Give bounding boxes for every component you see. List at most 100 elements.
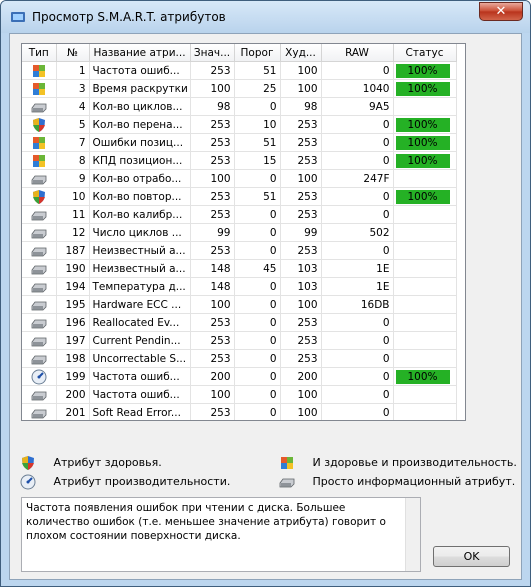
col-header-status[interactable]: Статус (393, 44, 457, 62)
table-row[interactable]: 195 Hardware ECC ... 100 0 100 16DB (22, 295, 457, 314)
window-title: Просмотр S.M.A.R.T. атрибутов (32, 10, 226, 24)
cell-name: Кол-во отрабо... (89, 169, 191, 188)
cell-name: Uncorrectable S... (89, 349, 191, 368)
health-performance-icon (31, 63, 47, 79)
cell-worst: 253 (280, 241, 322, 260)
cell-value: 200 (190, 367, 235, 386)
ok-button[interactable]: OK (433, 546, 510, 567)
table-row[interactable]: 194 Температура д... 148 0 103 1E (22, 277, 457, 296)
cell-type (22, 385, 57, 404)
attributes-table[interactable]: Тип № Название атри... Знач... Порог Худ… (21, 43, 466, 421)
col-header-threshold[interactable]: Порог (234, 44, 281, 62)
cell-raw: 0 (321, 313, 394, 332)
cell-status (393, 295, 457, 314)
table-row[interactable]: 1 Частота ошиб... 253 51 100 0 100% (22, 61, 457, 80)
table-row[interactable]: 187 Неизвестный а... 253 0 253 0 (22, 241, 457, 260)
description-box[interactable]: Частота появления ошибок при чтении с ди… (21, 497, 421, 572)
legend-perf-label: Атрибут производительности. (53, 475, 231, 488)
table-row[interactable]: 8 КПД позицион... 253 15 253 0 100% (22, 151, 457, 170)
cell-threshold: 0 (234, 241, 281, 260)
cell-worst: 99 (280, 223, 322, 242)
cell-type (22, 79, 57, 98)
cell-name: Hardware ECC ... (89, 295, 191, 314)
cell-value: 253 (190, 133, 235, 152)
cell-type (22, 241, 57, 260)
table-row[interactable]: 201 Soft Read Error... 253 0 100 0 (22, 403, 457, 420)
col-header-worst[interactable]: Худ... (280, 44, 322, 62)
cell-threshold: 0 (234, 205, 281, 224)
cell-status (393, 241, 457, 260)
cell-type (22, 295, 57, 314)
cell-value: 100 (190, 385, 235, 404)
cell-status (393, 385, 457, 404)
cell-threshold: 0 (234, 385, 281, 404)
table-row[interactable]: 3 Время раскрутки 100 25 100 1040 100% (22, 79, 457, 98)
cell-raw: 0 (321, 349, 394, 368)
table-row[interactable]: 7 Ошибки позиц... 253 51 253 0 100% (22, 133, 457, 152)
table-row[interactable]: 200 Частота ошиб... 100 0 100 0 (22, 385, 457, 404)
col-header-value[interactable]: Знач... (190, 44, 235, 62)
cell-type (22, 61, 57, 80)
col-header-name[interactable]: Название атри... (89, 44, 191, 62)
table-row[interactable]: 5 Кол-во перена... 253 10 253 0 100% (22, 115, 457, 134)
table-row[interactable]: 199 Частота ошиб... 200 0 200 0 100% (22, 367, 457, 386)
table-row[interactable]: 10 Кол-во повтор... 253 51 253 0 100% (22, 187, 457, 206)
drive-icon (31, 261, 47, 277)
status-badge: 100% (394, 116, 451, 133)
drive-icon (31, 315, 47, 331)
cell-threshold: 51 (234, 187, 281, 206)
cell-num: 5 (56, 115, 90, 134)
table-row[interactable]: 12 Число циклов ... 99 0 99 502 (22, 223, 457, 242)
table-row[interactable]: 9 Кол-во отрабо... 100 0 100 247F (22, 169, 457, 188)
table-row[interactable]: 4 Кол-во циклов... 98 0 98 9A5 (22, 97, 457, 116)
cell-name: Кол-во перена... (89, 115, 191, 134)
cell-raw: 0 (321, 403, 394, 420)
cell-num: 1 (56, 61, 90, 80)
table-row[interactable]: 197 Current Pendin... 253 0 253 0 (22, 331, 457, 350)
cell-status (393, 169, 457, 188)
cell-type (22, 205, 57, 224)
cell-value: 253 (190, 313, 235, 332)
cell-num: 201 (56, 403, 90, 420)
cell-raw: 0 (321, 205, 394, 224)
drive-icon (31, 225, 47, 241)
description-scrollbar[interactable] (405, 498, 420, 571)
col-header-type[interactable]: Тип (22, 44, 57, 62)
table-row[interactable]: 196 Reallocated Ev... 253 0 253 0 (22, 313, 457, 332)
legend-both-label: И здоровье и производительность. (312, 456, 517, 469)
close-icon: ✕ (495, 4, 507, 19)
cell-threshold: 25 (234, 79, 281, 98)
cell-raw: 16DB (321, 295, 394, 314)
cell-raw: 0 (321, 331, 394, 350)
health-performance-icon (31, 135, 47, 151)
cell-threshold: 0 (234, 331, 281, 350)
cell-value: 99 (190, 223, 235, 242)
cell-value: 253 (190, 241, 235, 260)
health-performance-icon (279, 455, 295, 471)
drive-icon (31, 207, 47, 223)
cell-type (22, 331, 57, 350)
cell-type (22, 313, 57, 332)
cell-threshold: 45 (234, 259, 281, 278)
cell-name: Число циклов ... (89, 223, 191, 242)
cell-num: 8 (56, 151, 90, 170)
cell-num: 196 (56, 313, 90, 332)
status-badge: 100% (394, 80, 451, 97)
cell-raw: 502 (321, 223, 394, 242)
close-button[interactable]: ✕ (479, 2, 523, 21)
cell-value: 100 (190, 295, 235, 314)
col-header-raw[interactable]: RAW (321, 44, 394, 62)
cell-worst: 103 (280, 277, 322, 296)
table-row[interactable]: 11 Кол-во калибр... 253 0 253 0 (22, 205, 457, 224)
table-row[interactable]: 190 Неизвестный а... 148 45 103 1E (22, 259, 457, 278)
table-row[interactable]: 198 Uncorrectable S... 253 0 253 0 (22, 349, 457, 368)
col-header-number[interactable]: № (56, 44, 90, 62)
cell-threshold: 0 (234, 313, 281, 332)
cell-threshold: 15 (234, 151, 281, 170)
cell-status (393, 277, 457, 296)
cell-name: Частота ошиб... (89, 367, 191, 386)
cell-threshold: 0 (234, 277, 281, 296)
performance-icon (20, 474, 36, 490)
drive-icon (31, 279, 47, 295)
cell-raw: 1E (321, 259, 394, 278)
